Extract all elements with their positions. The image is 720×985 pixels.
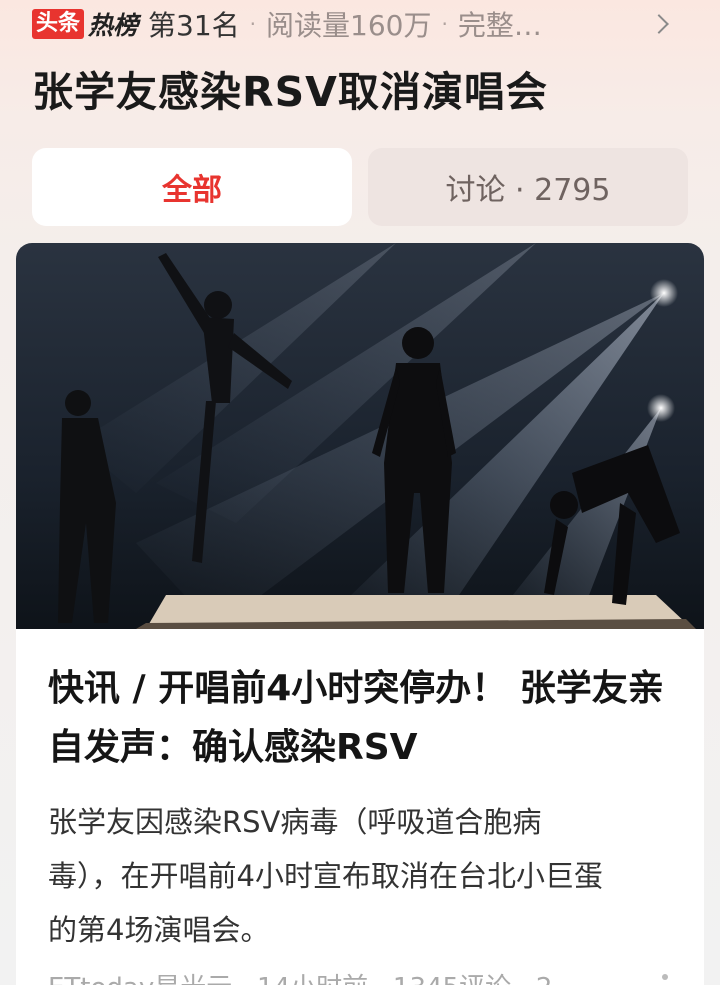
- hot-list-brand-word: 热榜: [88, 11, 139, 40]
- hot-list-breadcrumb[interactable]: 头条 热榜 第31名 · 阅读量160万 · 完整…: [32, 4, 692, 44]
- full-list-link[interactable]: 完整…: [458, 4, 556, 44]
- toutiao-brand-badge: 头条: [32, 9, 85, 39]
- article-meta: ETtoday星光云 · 14小时前 · 1345评论 · 2: [48, 967, 552, 985]
- separator-dot: ·: [249, 12, 257, 36]
- news-card[interactable]: 快讯 / 开唱前4小时突停办！ 张学友亲自发声：确认感染RSV 张学友因感染RS…: [16, 243, 704, 985]
- chevron-right-icon[interactable]: [649, 14, 669, 34]
- read-count: 阅读量160万: [266, 9, 432, 42]
- article-headline[interactable]: 快讯 / 开唱前4小时突停办！ 张学友亲自发声：确认感染RSV: [48, 659, 678, 777]
- tab-all[interactable]: 全部: [32, 148, 352, 226]
- tab-discussion[interactable]: 讨论 · 2795: [368, 148, 688, 226]
- rank-text: 第31名: [148, 9, 240, 42]
- page-title: 张学友感染RSV取消演唱会: [32, 68, 548, 116]
- article-summary: 张学友因感染RSV病毒（呼吸道合胞病毒），在开唱前4小时宣布取消在台北小巨蛋的第…: [48, 805, 603, 947]
- separator-dot: ·: [441, 12, 448, 36]
- more-options-icon[interactable]: [662, 974, 668, 980]
- concert-stage-photo[interactable]: [16, 243, 704, 629]
